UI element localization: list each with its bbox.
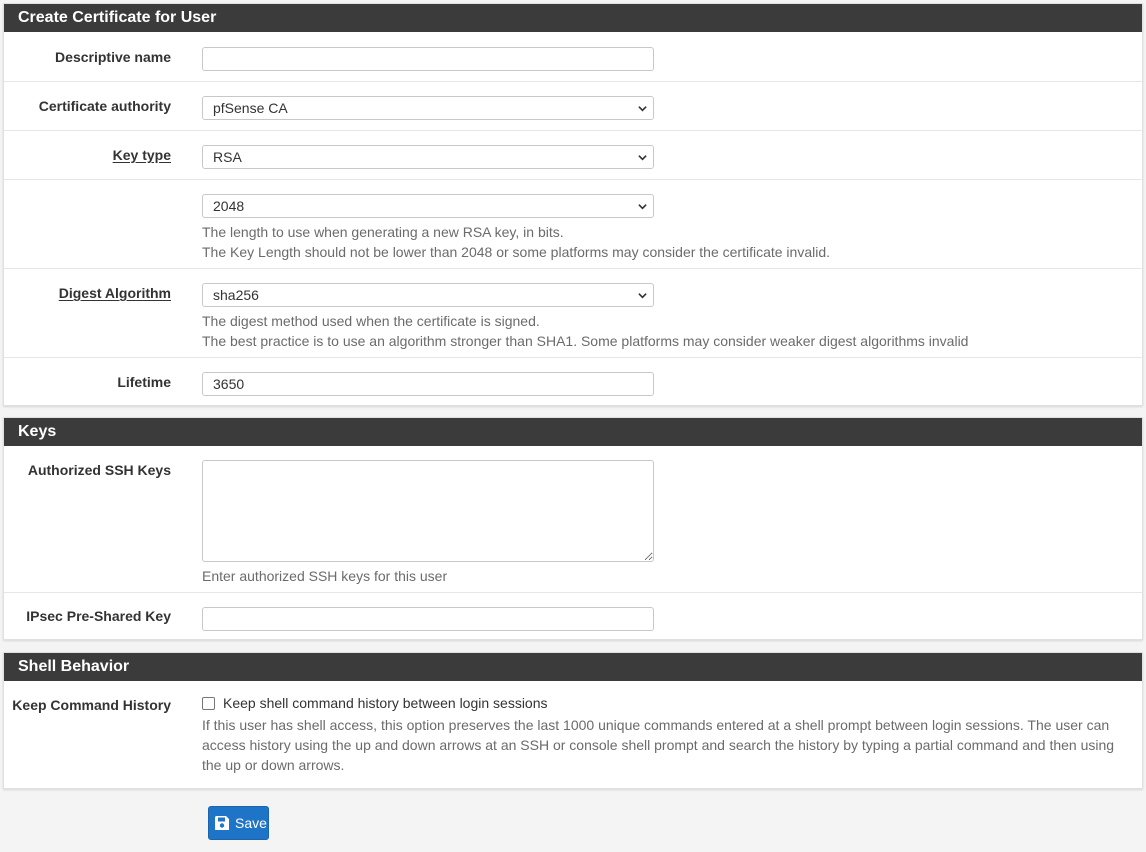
key-type-select[interactable]: RSA <box>202 145 654 169</box>
keep-history-row: Keep Command History Keep shell command … <box>4 681 1142 788</box>
lifetime-label: Lifetime <box>117 374 171 390</box>
certificate-authority-value: pfSense CA <box>213 100 288 116</box>
chevron-down-icon <box>638 155 647 161</box>
keep-history-checkbox-label: Keep shell command history between login… <box>223 695 548 711</box>
ssh-keys-help: Enter authorized SSH keys for this user <box>202 568 448 584</box>
chevron-down-icon <box>638 204 647 210</box>
ipsec-psk-label: IPsec Pre-Shared Key <box>26 608 171 624</box>
panel-title: Keys <box>4 418 1142 446</box>
digest-algorithm-label[interactable]: Digest Algorithm <box>1 285 171 301</box>
certificate-authority-label: Certificate authority <box>38 98 171 114</box>
descriptive-name-row: Descriptive name <box>4 32 1142 81</box>
key-length-select[interactable]: 2048 <box>202 194 654 218</box>
ssh-keys-textarea[interactable] <box>202 460 654 562</box>
digest-algorithm-row: Digest Algorithm sha256 The digest metho… <box>4 268 1142 357</box>
key-length-row: 2048 The length to use when generating a… <box>4 179 1142 268</box>
key-type-label[interactable]: Key type <box>1 147 171 163</box>
digest-algorithm-select[interactable]: sha256 <box>202 283 654 307</box>
chevron-down-icon <box>638 106 647 112</box>
keep-history-label: Keep Command History <box>12 697 171 713</box>
certificate-authority-select[interactable]: pfSense CA <box>202 96 654 120</box>
descriptive-name-input[interactable] <box>202 47 654 71</box>
certificate-authority-row: Certificate authority pfSense CA <box>4 81 1142 130</box>
ipsec-psk-row: IPsec Pre-Shared Key <box>4 592 1142 640</box>
digest-algorithm-help-2: The best practice is to use an algorithm… <box>202 333 969 349</box>
key-length-help-2: The Key Length should not be lower than … <box>202 244 831 260</box>
key-type-row: Key type RSA <box>4 130 1142 179</box>
panel-title: Shell Behavior <box>4 653 1142 681</box>
save-label: Save <box>235 815 267 831</box>
chevron-down-icon <box>638 293 647 299</box>
digest-algorithm-help-1: The digest method used when the certific… <box>202 313 540 329</box>
ipsec-psk-input[interactable] <box>202 607 654 631</box>
ssh-keys-label: Authorized SSH Keys <box>27 462 171 478</box>
keys-panel: Keys Authorized SSH Keys Enter authorize… <box>3 417 1143 640</box>
keep-history-checkbox-wrapper[interactable]: Keep shell command history between login… <box>202 695 1132 711</box>
lifetime-input[interactable]: 3650 <box>202 372 654 396</box>
ssh-keys-row: Authorized SSH Keys Enter authorized SSH… <box>4 446 1142 592</box>
save-button[interactable]: Save <box>208 806 269 840</box>
descriptive-name-label: Descriptive name <box>55 49 171 65</box>
keep-history-help: If this user has shell access, this opti… <box>202 717 1115 773</box>
key-length-value: 2048 <box>213 198 245 214</box>
key-type-value: RSA <box>213 149 242 165</box>
key-length-help-1: The length to use when generating a new … <box>202 224 564 240</box>
digest-algorithm-value: sha256 <box>213 287 259 303</box>
panel-title: Create Certificate for User <box>4 4 1142 32</box>
floppy-disk-icon <box>215 816 229 830</box>
lifetime-row: Lifetime 3650 <box>4 357 1142 406</box>
shell-behavior-panel: Shell Behavior Keep Command History Keep… <box>3 652 1143 789</box>
certificate-panel: Create Certificate for User Descriptive … <box>3 3 1143 406</box>
keep-history-checkbox[interactable] <box>202 696 215 710</box>
